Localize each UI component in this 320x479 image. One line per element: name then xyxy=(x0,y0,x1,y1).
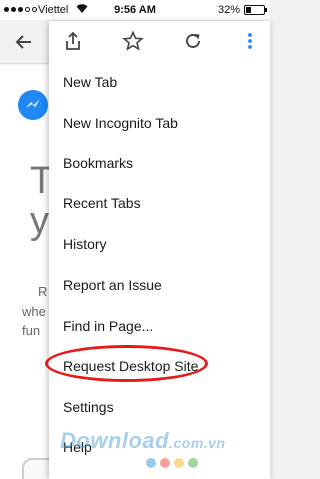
menu-item-bookmarks[interactable]: Bookmarks xyxy=(63,155,133,171)
star-icon[interactable] xyxy=(122,30,144,52)
battery-percent: 32% xyxy=(217,4,240,16)
share-icon[interactable] xyxy=(62,30,84,52)
highlight-ellipse xyxy=(45,345,208,382)
watermark-suffix: .com.vn xyxy=(169,435,226,451)
menu-item-new-tab[interactable]: New Tab xyxy=(63,74,117,90)
menu-item-new-incognito-tab[interactable]: New Incognito Tab xyxy=(63,115,178,131)
reload-icon[interactable] xyxy=(182,30,204,52)
overflow-menu: New Tab New Incognito Tab Bookmarks Rece… xyxy=(49,21,270,479)
page-text-3: fun xyxy=(22,323,41,338)
watermark-dots xyxy=(146,458,198,468)
menu-item-history[interactable]: History xyxy=(63,236,107,252)
arrow-left-icon[interactable] xyxy=(14,32,34,52)
menu-action-row xyxy=(49,21,270,61)
more-vert-icon[interactable] xyxy=(239,30,261,52)
menu-item-report-issue[interactable]: Report an Issue xyxy=(63,277,162,293)
messenger-icon xyxy=(18,90,48,120)
page-text-1: R xyxy=(38,284,48,299)
battery-icon xyxy=(244,5,267,15)
menu-item-find-in-page[interactable]: Find in Page... xyxy=(63,318,153,334)
menu-item-settings[interactable]: Settings xyxy=(63,399,114,415)
menu-item-recent-tabs[interactable]: Recent Tabs xyxy=(63,195,141,211)
watermark-brand: Download xyxy=(60,428,170,453)
status-bar: Viettel 9:56 AM 32% xyxy=(0,0,270,20)
page-heading-2: y xyxy=(30,200,49,242)
page-text-2: whe xyxy=(22,304,46,319)
watermark-logo: Download.com.vn xyxy=(60,428,226,454)
